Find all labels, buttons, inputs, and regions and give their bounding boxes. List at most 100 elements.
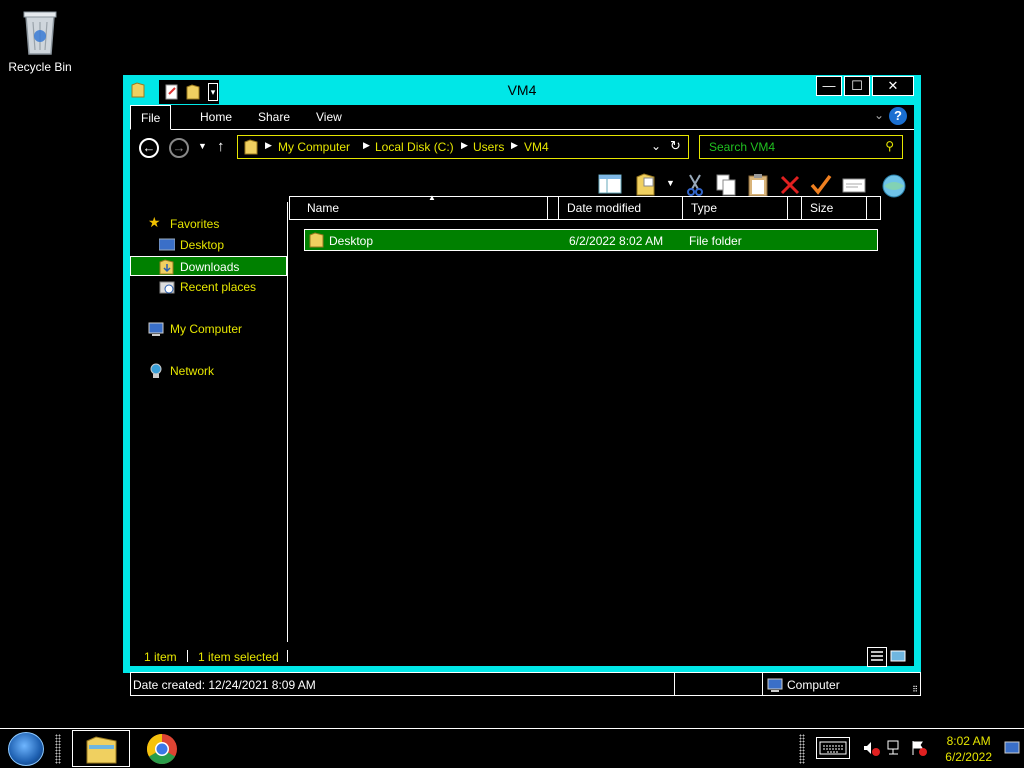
column-divider[interactable] bbox=[548, 197, 559, 219]
taskbar-grip[interactable] bbox=[55, 734, 61, 764]
organize-folder-icon[interactable] bbox=[635, 173, 657, 197]
action-center-flag-icon[interactable] bbox=[910, 739, 928, 757]
file-explorer-taskbar-button[interactable] bbox=[72, 730, 130, 767]
file-date-modified: 6/2/2022 8:02 AM bbox=[569, 234, 664, 248]
keyboard-icon[interactable] bbox=[816, 737, 850, 759]
recycle-bin-label: Recycle Bin bbox=[8, 60, 72, 74]
copy-icon[interactable] bbox=[715, 173, 737, 197]
breadcrumb-vm4[interactable]: VM4 bbox=[524, 140, 549, 154]
computer-icon bbox=[148, 321, 164, 337]
expand-ribbon-chevron-icon[interactable]: ⌄ bbox=[874, 108, 884, 122]
tab-share[interactable]: Share bbox=[258, 110, 290, 124]
properties-icon[interactable] bbox=[842, 173, 866, 197]
my-computer-label: My Computer bbox=[170, 322, 243, 336]
help-button[interactable]: ? bbox=[889, 107, 907, 125]
nav-item-label: Downloads bbox=[180, 260, 240, 274]
clock-time: 8:02 AM bbox=[946, 734, 991, 748]
nav-network[interactable]: Network bbox=[130, 361, 287, 381]
column-headers: ▲ Name Date modified Type Size bbox=[289, 193, 881, 220]
status-divider bbox=[674, 673, 675, 695]
nav-favorites[interactable]: ★ Favorites bbox=[130, 214, 287, 234]
nav-item-downloads[interactable]: Downloads bbox=[130, 256, 287, 276]
star-icon: ★ bbox=[148, 214, 161, 230]
breadcrumb-users[interactable]: Users bbox=[473, 140, 504, 154]
breadcrumb-arrow-icon[interactable]: ▶ bbox=[511, 140, 518, 151]
folder-icon bbox=[309, 232, 325, 251]
search-box[interactable]: Search VM4 ⚲ bbox=[699, 135, 903, 159]
tab-file[interactable]: File bbox=[130, 105, 172, 130]
recent-locations-dropdown[interactable]: ▼ bbox=[198, 141, 207, 151]
refresh-icon[interactable]: ↻ bbox=[670, 138, 681, 154]
details-view-button[interactable] bbox=[867, 647, 887, 667]
status-divider bbox=[187, 650, 188, 662]
nav-my-computer[interactable]: My Computer bbox=[130, 319, 287, 339]
column-divider[interactable] bbox=[788, 197, 802, 219]
selected-count: 1 item selected bbox=[198, 650, 279, 664]
large-icons-view-button[interactable] bbox=[889, 647, 909, 667]
item-count: 1 item bbox=[144, 650, 177, 664]
paste-icon[interactable] bbox=[747, 173, 769, 197]
column-header-type[interactable]: Type bbox=[683, 197, 788, 219]
network-status-icon[interactable] bbox=[886, 739, 904, 757]
desktop-icon bbox=[158, 237, 176, 253]
chrome-taskbar-button[interactable] bbox=[133, 730, 191, 767]
cut-icon[interactable] bbox=[684, 173, 706, 197]
column-header-date-modified[interactable]: Date modified bbox=[559, 197, 683, 219]
location-text: Computer bbox=[787, 678, 840, 692]
downloads-icon bbox=[159, 259, 175, 275]
breadcrumb-arrow-icon[interactable]: ▶ bbox=[461, 140, 468, 151]
details-status-bar: Date created: 12/24/2021 8:09 AM Compute… bbox=[130, 672, 921, 696]
search-input[interactable]: Search VM4 bbox=[709, 140, 775, 154]
minimize-button[interactable]: — bbox=[816, 76, 842, 96]
organize-dropdown-icon[interactable]: ▼ bbox=[666, 178, 675, 188]
navigation-pane: ★ Favorites Desktop Downloads Recent pla… bbox=[130, 202, 288, 642]
explorer-window: ▾ VM4 — ☐ ✕ File Home Share View ⌄ ? ← →… bbox=[123, 75, 921, 696]
close-button[interactable]: ✕ bbox=[872, 76, 914, 96]
nav-item-recent-places[interactable]: Recent places bbox=[130, 277, 287, 297]
nav-item-desktop[interactable]: Desktop bbox=[130, 235, 287, 255]
system-clock[interactable]: 8:02 AM 6/2/2022 bbox=[945, 733, 992, 765]
column-label: Date modified bbox=[567, 201, 642, 215]
tab-home[interactable]: Home bbox=[200, 110, 232, 124]
preview-pane-icon[interactable] bbox=[598, 173, 622, 197]
table-row[interactable]: Desktop 6/2/2022 8:02 AM File folder bbox=[304, 229, 878, 251]
resize-grip-icon[interactable]: ⠿ bbox=[912, 685, 918, 694]
recycle-bin-desktop-icon[interactable]: Recycle Bin bbox=[4, 4, 76, 74]
recycle-bin-icon bbox=[20, 6, 60, 58]
network-icon bbox=[148, 363, 164, 379]
window-content: File Home Share View ⌄ ? ← → ▼ ↑ ▶ My Co… bbox=[130, 105, 921, 696]
folder-icon bbox=[244, 139, 258, 158]
recent-places-icon bbox=[159, 279, 175, 295]
up-button[interactable]: ↑ bbox=[217, 138, 225, 155]
start-button[interactable] bbox=[8, 732, 44, 766]
column-header-name[interactable]: Name bbox=[290, 197, 548, 219]
clock-date: 6/2/2022 bbox=[945, 750, 992, 764]
breadcrumb-my-computer[interactable]: My Computer bbox=[278, 140, 350, 154]
breadcrumb-arrow-icon[interactable]: ▶ bbox=[265, 140, 272, 151]
search-icon[interactable]: ⚲ bbox=[885, 139, 894, 153]
file-name: Desktop bbox=[329, 234, 374, 248]
column-label: Size bbox=[810, 201, 834, 215]
breadcrumb-arrow-icon[interactable]: ▶ bbox=[363, 140, 370, 151]
back-button[interactable]: ← bbox=[139, 138, 159, 158]
breadcrumb-local-disk[interactable]: Local Disk (C:) bbox=[375, 140, 454, 154]
column-header-size[interactable]: Size bbox=[802, 197, 867, 219]
show-desktop-icon[interactable] bbox=[1004, 741, 1020, 759]
window-title: VM4 bbox=[507, 82, 537, 98]
maximize-button[interactable]: ☐ bbox=[844, 76, 870, 96]
forward-button[interactable]: → bbox=[169, 138, 189, 158]
title-bar[interactable]: ▾ VM4 — ☐ ✕ bbox=[123, 75, 921, 105]
rename-check-icon[interactable] bbox=[810, 173, 832, 197]
column-label: Type bbox=[691, 201, 718, 215]
file-list: ▲ Name Date modified Type Size Desktop 6… bbox=[289, 193, 914, 642]
delete-icon[interactable] bbox=[779, 173, 801, 197]
address-bar[interactable]: ▶ My Computer ▶ Local Disk (C:) ▶ Users … bbox=[237, 135, 689, 159]
tab-view[interactable]: View bbox=[316, 110, 342, 124]
address-dropdown-chevron-icon[interactable]: ⌄ bbox=[651, 139, 661, 153]
volume-muted-icon[interactable] bbox=[862, 739, 880, 757]
tray-grip[interactable] bbox=[799, 734, 805, 764]
ribbon-tabs: File Home Share View ⌄ ? bbox=[130, 105, 914, 130]
globe-icon[interactable] bbox=[881, 173, 907, 198]
computer-icon bbox=[767, 677, 783, 696]
file-type: File folder bbox=[689, 234, 742, 248]
